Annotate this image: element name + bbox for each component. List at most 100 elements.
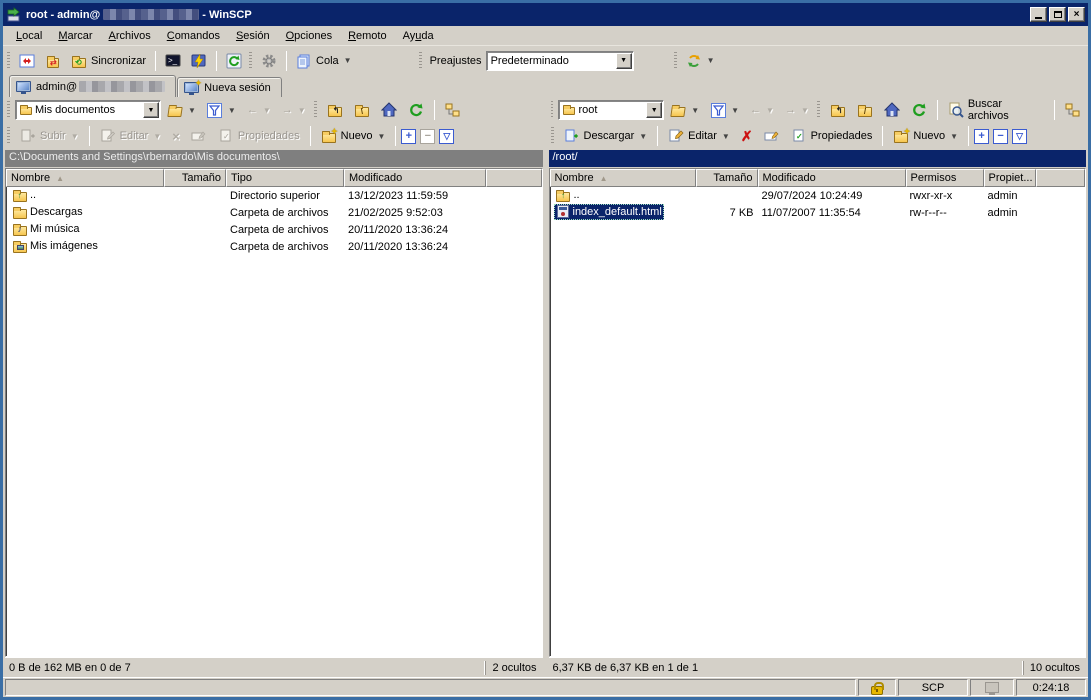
presets-combo[interactable]: Predeterminado ▼ bbox=[486, 51, 634, 71]
local-rename-button[interactable] bbox=[186, 125, 212, 147]
local-parent-directory-button[interactable]: ↰ bbox=[322, 99, 348, 121]
table-row[interactable]: Descargas Carpeta de archivos 21/02/2025… bbox=[6, 204, 542, 221]
local-select-button[interactable]: + bbox=[401, 129, 416, 144]
table-row-selected[interactable]: index_default.html 7 KB 11/07/2007 11:35… bbox=[550, 204, 1086, 221]
column-header-tamano[interactable]: Tamaño bbox=[696, 169, 758, 187]
synchronize-browsing-button[interactable]: ⇄ bbox=[40, 50, 66, 72]
transfer-settings-button[interactable]: ▼ bbox=[681, 50, 720, 72]
remote-unselect-button[interactable]: − bbox=[993, 129, 1008, 144]
refresh-session-button[interactable] bbox=[221, 50, 247, 72]
column-header-modificado[interactable]: Modificado bbox=[758, 169, 906, 187]
download-button[interactable]: Descargar▼ bbox=[559, 125, 653, 147]
local-panel: Mis documentos ▼ ▼ ▼ ←▼ →▼ ↰ \ bbox=[5, 97, 543, 657]
local-back-button[interactable]: ←▼ bbox=[242, 101, 276, 119]
preferences-button[interactable] bbox=[256, 50, 282, 72]
remote-properties-button[interactable]: ✓ Propiedades bbox=[786, 125, 878, 147]
toolbar-grip[interactable] bbox=[674, 52, 677, 70]
remote-rename-button[interactable] bbox=[759, 125, 785, 147]
remote-path-bar[interactable]: /root/ bbox=[549, 150, 1087, 167]
toolbar-grip[interactable] bbox=[551, 101, 554, 119]
remote-selection-filter-button[interactable]: ▽ bbox=[1012, 129, 1027, 144]
queue-button[interactable]: Cola ▼ bbox=[291, 50, 357, 72]
close-button[interactable]: × bbox=[1068, 7, 1085, 22]
tab-session-admin[interactable]: admin@ bbox=[9, 75, 176, 97]
remote-refresh-button[interactable] bbox=[906, 99, 932, 121]
remote-drive-combo[interactable]: root ▼ bbox=[558, 100, 664, 120]
remote-select-button[interactable]: + bbox=[974, 129, 989, 144]
column-header-nombre[interactable]: Nombre▲ bbox=[550, 169, 696, 187]
remote-new-button[interactable]: ✦ Nuevo▼ bbox=[888, 125, 963, 147]
toolbar-grip[interactable] bbox=[249, 52, 252, 70]
remote-hidden-count[interactable]: 10 ocultos bbox=[1023, 661, 1086, 675]
remote-back-button[interactable]: ←▼ bbox=[745, 101, 779, 119]
table-row[interactable]: ♪Mi música Carpeta de archivos 20/11/202… bbox=[6, 221, 542, 238]
compare-directories-button[interactable] bbox=[14, 50, 40, 72]
local-new-button[interactable]: ✦ Nuevo▼ bbox=[316, 125, 391, 147]
remote-home-button[interactable] bbox=[879, 99, 905, 121]
remote-open-directory-button[interactable]: ▼ bbox=[665, 99, 704, 121]
remote-filter-button[interactable]: ▼ bbox=[705, 99, 744, 121]
upload-button[interactable]: Subir▼ bbox=[15, 125, 84, 147]
local-selection-filter-button[interactable]: ▽ bbox=[439, 129, 454, 144]
table-row[interactable]: ↑.. 29/07/2024 10:24:49 rwxr-xr-x admin bbox=[550, 187, 1086, 204]
local-path-bar[interactable]: C:\Documents and Settings\rbernardo\Mis … bbox=[5, 150, 543, 167]
maximize-button[interactable] bbox=[1049, 7, 1066, 22]
column-header-modificado[interactable]: Modificado bbox=[344, 169, 486, 187]
local-hidden-count[interactable]: 2 ocultos bbox=[485, 661, 542, 675]
remote-computer-cell[interactable] bbox=[970, 679, 1014, 696]
remote-edit-button[interactable]: Editar▼ bbox=[663, 125, 735, 147]
menu-opciones[interactable]: Opciones bbox=[279, 28, 339, 44]
local-refresh-button[interactable] bbox=[403, 99, 429, 121]
column-header-permisos[interactable]: Permisos bbox=[906, 169, 984, 187]
local-properties-button[interactable]: ✓ Propiedades bbox=[213, 125, 305, 147]
open-putty-button[interactable] bbox=[186, 50, 212, 72]
column-header-propietario[interactable]: Propiet... bbox=[984, 169, 1036, 187]
local-tree-button[interactable] bbox=[440, 99, 466, 121]
winscp-logo-icon bbox=[6, 7, 22, 23]
toolbar-grip[interactable] bbox=[817, 101, 820, 119]
local-home-button[interactable] bbox=[376, 99, 402, 121]
menu-sesion[interactable]: Sesión bbox=[229, 28, 277, 44]
chevron-down-icon[interactable]: ▼ bbox=[616, 53, 632, 69]
toolbar-grip[interactable] bbox=[551, 127, 554, 145]
local-edit-button[interactable]: Editar▼ bbox=[95, 125, 167, 147]
local-filter-button[interactable]: ▼ bbox=[202, 99, 241, 121]
local-drive-combo[interactable]: Mis documentos ▼ bbox=[15, 100, 161, 120]
remote-forward-button[interactable]: →▼ bbox=[780, 101, 814, 119]
menu-archivos[interactable]: Archivos bbox=[102, 28, 158, 44]
remote-root-directory-button[interactable]: / bbox=[852, 99, 878, 121]
toolbar-grip[interactable] bbox=[419, 52, 422, 70]
toolbar-grip[interactable] bbox=[7, 52, 10, 70]
menu-comandos[interactable]: Comandos bbox=[160, 28, 227, 44]
table-row[interactable]: ↑.. Directorio superior 13/12/2023 11:59… bbox=[6, 187, 542, 204]
toolbar-grip[interactable] bbox=[314, 101, 317, 119]
chevron-down-icon[interactable]: ▼ bbox=[646, 102, 662, 118]
remote-delete-button[interactable]: ✗ bbox=[736, 125, 758, 148]
tab-new-session[interactable]: ✦ Nueva sesión bbox=[177, 77, 282, 97]
toolbar-grip[interactable] bbox=[7, 101, 10, 119]
local-delete-button[interactable]: × bbox=[167, 126, 185, 147]
column-header-tamano[interactable]: Tamaño bbox=[164, 169, 226, 187]
menu-local[interactable]: Local bbox=[9, 28, 49, 44]
remote-tree-button[interactable] bbox=[1060, 99, 1086, 121]
open-console-button[interactable]: >_ bbox=[160, 50, 186, 72]
column-header-tipo[interactable]: Tipo bbox=[226, 169, 344, 187]
chevron-down-icon[interactable]: ▼ bbox=[143, 102, 159, 118]
synchronize-button[interactable]: ⟲ Sincronizar bbox=[66, 50, 151, 72]
toolbar-grip[interactable] bbox=[7, 127, 10, 145]
local-open-directory-button[interactable]: ▼ bbox=[162, 99, 201, 121]
minimize-button[interactable] bbox=[1030, 7, 1047, 22]
local-root-directory-button[interactable]: \ bbox=[349, 99, 375, 121]
remote-parent-directory-button[interactable]: ↰ bbox=[825, 99, 851, 121]
title-bar[interactable]: root - admin@ - WinSCP × bbox=[3, 3, 1088, 26]
local-unselect-button[interactable]: − bbox=[420, 129, 435, 144]
protocol-cell[interactable]: SCP bbox=[898, 679, 968, 696]
column-header-nombre[interactable]: Nombre▲ bbox=[6, 169, 164, 187]
menu-marcar[interactable]: Marcar bbox=[51, 28, 99, 44]
menu-ayuda[interactable]: Ayuda bbox=[396, 28, 441, 44]
local-forward-button[interactable]: →▼ bbox=[277, 101, 311, 119]
security-cell[interactable] bbox=[858, 679, 896, 696]
find-files-button[interactable]: Buscar archivos bbox=[943, 95, 1049, 125]
table-row[interactable]: Mis imágenes Carpeta de archivos 20/11/2… bbox=[6, 238, 542, 255]
menu-remoto[interactable]: Remoto bbox=[341, 28, 394, 44]
